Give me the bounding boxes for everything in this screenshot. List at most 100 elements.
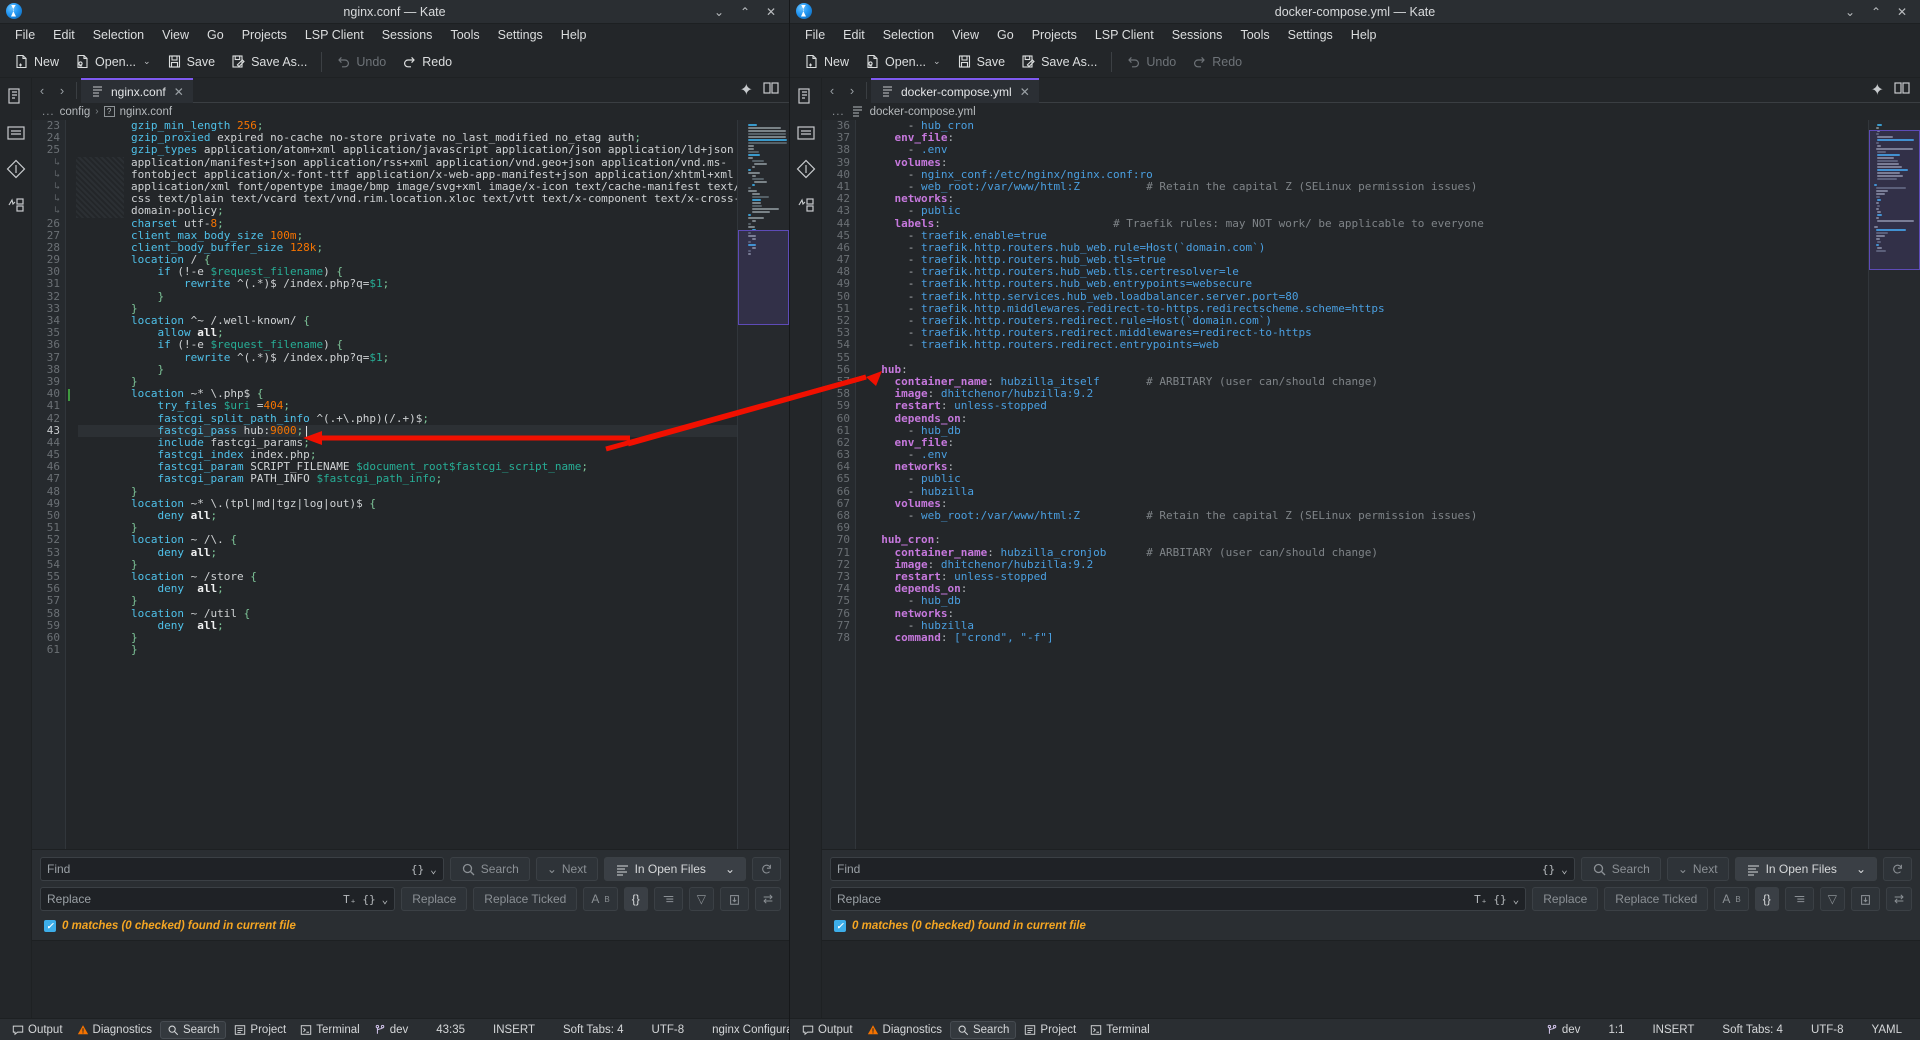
tab-nginx-conf[interactable]: nginx.conf ✕ — [81, 78, 193, 103]
minimap-right[interactable] — [1868, 120, 1920, 849]
minimap-left[interactable] — [737, 120, 789, 849]
statusbar-encoding[interactable]: UTF-8 — [1805, 1022, 1850, 1038]
statusbar-syntax-mode[interactable]: nginx Configuration — [706, 1022, 789, 1038]
statusbar-git-branch[interactable]: dev — [1540, 1022, 1587, 1038]
code-line[interactable]: restart: unless-stopped — [868, 400, 1868, 412]
find-history-chevron-icon-right[interactable]: ⌄ — [1561, 863, 1568, 876]
statusbar-cursor-position[interactable]: 43:35 — [430, 1022, 471, 1038]
code-line[interactable] — [868, 522, 1868, 534]
statusbar-terminal-button[interactable]: Terminal — [294, 1022, 365, 1038]
regex-toggle-button-left[interactable]: {} — [623, 887, 648, 911]
save-as-button[interactable]: Save As... — [223, 50, 315, 73]
replace-button-left[interactable]: Replace — [401, 887, 468, 911]
open-button[interactable]: Open... ⌄ — [857, 50, 949, 73]
menu-selection[interactable]: Selection — [874, 26, 943, 44]
add-text-icon-right[interactable]: T₊ — [1474, 893, 1487, 906]
menu-projects[interactable]: Projects — [233, 26, 296, 44]
breadcrumb-part-file[interactable]: nginx.conf — [120, 106, 172, 118]
code-line[interactable]: - web_root:/var/www/html:Z # Retain the … — [868, 509, 1868, 522]
export-results-button-right[interactable] — [1850, 887, 1880, 911]
statusbar-project-button[interactable]: Project — [228, 1022, 292, 1038]
expand-results-button-right[interactable] — [1784, 887, 1814, 911]
statusbar-terminal-button[interactable]: Terminal — [1084, 1022, 1155, 1038]
statusbar-cursor-position[interactable]: 1:1 — [1602, 1022, 1630, 1038]
regex-toggle-button-right[interactable]: {} — [1754, 887, 1779, 911]
lsp-symbols-icon-right[interactable] — [795, 194, 817, 216]
menu-tools[interactable]: Tools — [1231, 26, 1278, 44]
code-line[interactable]: fastcgi_param PATH_INFO $fastcgi_path_in… — [78, 473, 737, 485]
statusbar-diagnostics-button[interactable]: Diagnostics — [71, 1022, 158, 1038]
new-button[interactable]: New — [796, 50, 857, 73]
replace-history-chevron-icon-right[interactable]: ⌄ — [1513, 893, 1520, 906]
statusbar-output-button[interactable]: Output — [796, 1022, 859, 1038]
replace-ticked-button-left[interactable]: Replace Ticked — [473, 887, 578, 911]
maximize-button-right[interactable]: ⌃ — [1870, 6, 1882, 18]
code-line[interactable]: } — [78, 363, 737, 376]
code-line[interactable]: depends_on: — [868, 583, 1868, 595]
replace-regex-braces-icon[interactable]: {} — [362, 893, 375, 906]
code-line[interactable]: - web_root:/var/www/html:Z # Retain the … — [868, 180, 1868, 193]
menu-tools[interactable]: Tools — [441, 26, 488, 44]
replace-ticked-button-right[interactable]: Replace Ticked — [1604, 887, 1709, 911]
code-line[interactable]: env_file: — [868, 436, 1868, 449]
menu-sessions[interactable]: Sessions — [1163, 26, 1232, 44]
match-case-button-left[interactable]: AB — [583, 887, 618, 911]
code-line[interactable]: rewrite ^(.*)$ /index.php?q=$1; — [78, 278, 737, 290]
replace-input-left[interactable]: Replace T₊ {} ⌄ — [40, 887, 396, 911]
quick-action-icon-right[interactable]: ✦ — [1871, 80, 1884, 100]
menu-help[interactable]: Help — [552, 26, 596, 44]
breadcrumb-part-file-right[interactable]: docker-compose.yml — [870, 106, 976, 118]
search-scope-select-right[interactable]: In Open Files ⌄ — [1734, 857, 1877, 881]
filesystem-icon-right[interactable] — [795, 122, 817, 144]
fold-column-right[interactable] — [856, 120, 866, 849]
find-history-chevron-icon[interactable]: ⌄ — [430, 863, 437, 876]
statusbar-input-mode[interactable]: INSERT — [1646, 1022, 1700, 1038]
statusbar-indentation[interactable]: Soft Tabs: 4 — [1716, 1022, 1789, 1038]
new-button[interactable]: New — [6, 50, 67, 73]
tab-close-icon-right[interactable]: ✕ — [1020, 85, 1030, 99]
regex-braces-icon-right[interactable]: {} — [1542, 863, 1555, 876]
add-text-icon[interactable]: T₊ — [343, 893, 356, 906]
save-button[interactable]: Save — [949, 50, 1014, 73]
code-content-right[interactable]: - hub_cron env_file: - .env volumes: - n… — [866, 120, 1868, 849]
menu-file[interactable]: File — [796, 26, 834, 44]
code-line[interactable]: rewrite ^(.*)$ /index.php?q=$1; — [78, 351, 737, 364]
tab-forward-button-right[interactable]: › — [842, 78, 862, 103]
code-line[interactable]: - .env — [868, 448, 1868, 461]
search-button-right[interactable]: Search — [1580, 857, 1661, 881]
git-diamond-icon[interactable] — [5, 158, 27, 180]
code-line[interactable]: if (!-e $request_filename) { — [78, 339, 737, 351]
replace-regex-braces-icon-right[interactable]: {} — [1493, 893, 1506, 906]
code-line[interactable]: - hub_db — [868, 595, 1868, 607]
code-line[interactable]: restart: unless-stopped — [868, 570, 1868, 583]
code-line[interactable]: - traefik.http.routers.redirect.entrypoi… — [868, 339, 1868, 351]
save-as-button[interactable]: Save As... — [1013, 50, 1105, 73]
code-line[interactable]: env_file: — [868, 132, 1868, 144]
code-line[interactable]: - hub_cron — [868, 120, 1868, 132]
menu-go[interactable]: Go — [988, 26, 1023, 44]
expand-results-button-left[interactable] — [653, 887, 683, 911]
chevron-down-icon[interactable]: ⌄ — [143, 56, 151, 67]
tab-back-button-right[interactable]: ‹ — [822, 78, 842, 103]
code-line[interactable]: networks: — [868, 461, 1868, 473]
code-line[interactable]: - hub_db — [868, 424, 1868, 437]
code-line[interactable]: deny all; — [78, 509, 737, 522]
code-content-left[interactable]: gzip_min_length 256; gzip_proxied expire… — [76, 120, 737, 849]
code-line[interactable]: networks: — [868, 193, 1868, 205]
documents-icon[interactable] — [5, 86, 27, 108]
filesystem-icon[interactable] — [5, 122, 27, 144]
code-line[interactable]: deny all; — [78, 619, 737, 632]
split-view-icon[interactable] — [763, 81, 779, 100]
statusbar-indentation[interactable]: Soft Tabs: 4 — [557, 1022, 630, 1038]
menu-projects[interactable]: Projects — [1023, 26, 1086, 44]
menu-selection[interactable]: Selection — [84, 26, 153, 44]
export-results-button-left[interactable] — [719, 887, 749, 911]
menu-view[interactable]: View — [153, 26, 198, 44]
refresh-search-button-left[interactable] — [752, 857, 781, 881]
close-button-left[interactable]: ✕ — [765, 6, 777, 18]
menu-lsp-client[interactable]: LSP Client — [296, 26, 373, 44]
menu-go[interactable]: Go — [198, 26, 233, 44]
redo-button[interactable]: Redo — [394, 50, 460, 73]
git-diamond-icon-right[interactable] — [795, 158, 817, 180]
statusbar-project-button[interactable]: Project — [1018, 1022, 1082, 1038]
